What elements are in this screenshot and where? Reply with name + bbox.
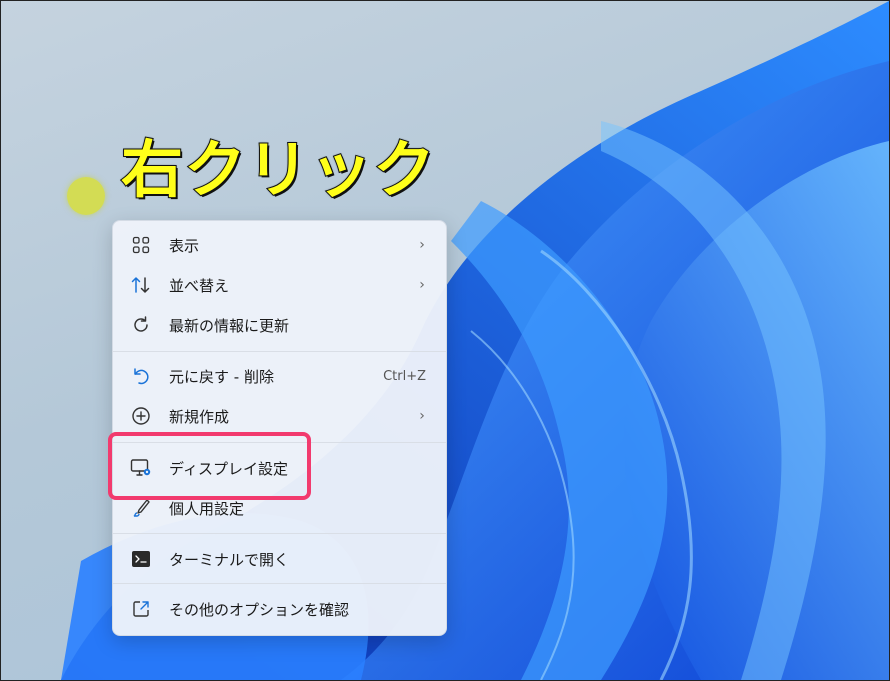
menu-divider bbox=[113, 351, 446, 352]
brush-icon bbox=[130, 497, 152, 519]
menu-item-sort[interactable]: 並べ替え › bbox=[117, 267, 442, 303]
menu-item-label: その他のオプションを確認 bbox=[169, 600, 350, 619]
grid-icon bbox=[130, 234, 152, 256]
display-settings-highlight bbox=[108, 432, 311, 500]
add-circle-icon bbox=[130, 405, 152, 427]
terminal-icon bbox=[130, 548, 152, 570]
right-click-annotation: 右クリック bbox=[120, 132, 437, 207]
click-indicator bbox=[67, 177, 105, 215]
chevron-right-icon: › bbox=[419, 408, 425, 424]
menu-item-refresh[interactable]: 最新の情報に更新 bbox=[117, 307, 442, 343]
menu-item-label: 元に戻す - 削除 bbox=[169, 367, 274, 386]
menu-divider bbox=[113, 583, 446, 584]
menu-item-label: 個人用設定 bbox=[169, 499, 245, 518]
menu-item-undo-delete[interactable]: 元に戻す - 削除 Ctrl+Z bbox=[117, 358, 442, 394]
chevron-right-icon: › bbox=[419, 277, 425, 293]
chevron-right-icon: › bbox=[419, 237, 425, 253]
undo-icon bbox=[130, 365, 152, 387]
menu-divider bbox=[113, 533, 446, 534]
desktop[interactable]: 右クリック 表示 › 並べ替え › 最新の情報に更新 元に戻す - 削除 Ctr… bbox=[0, 0, 890, 681]
share-icon bbox=[130, 598, 152, 620]
menu-item-label: 最新の情報に更新 bbox=[169, 316, 290, 335]
menu-item-label: 新規作成 bbox=[169, 407, 230, 426]
menu-item-label: ターミナルで開く bbox=[169, 550, 290, 569]
menu-item-label: 並べ替え bbox=[169, 276, 230, 295]
menu-item-label: 表示 bbox=[169, 236, 200, 255]
menu-item-new[interactable]: 新規作成 › bbox=[117, 398, 442, 434]
refresh-icon bbox=[130, 314, 152, 336]
context-menu: 表示 › 並べ替え › 最新の情報に更新 元に戻す - 削除 Ctrl+Z 新規… bbox=[112, 220, 447, 636]
sort-icon bbox=[130, 274, 152, 296]
shortcut-label: Ctrl+Z bbox=[383, 368, 426, 384]
menu-item-open-terminal[interactable]: ターミナルで開く bbox=[117, 541, 442, 577]
menu-item-more-options[interactable]: その他のオプションを確認 bbox=[117, 591, 442, 627]
menu-item-view[interactable]: 表示 › bbox=[117, 227, 442, 263]
